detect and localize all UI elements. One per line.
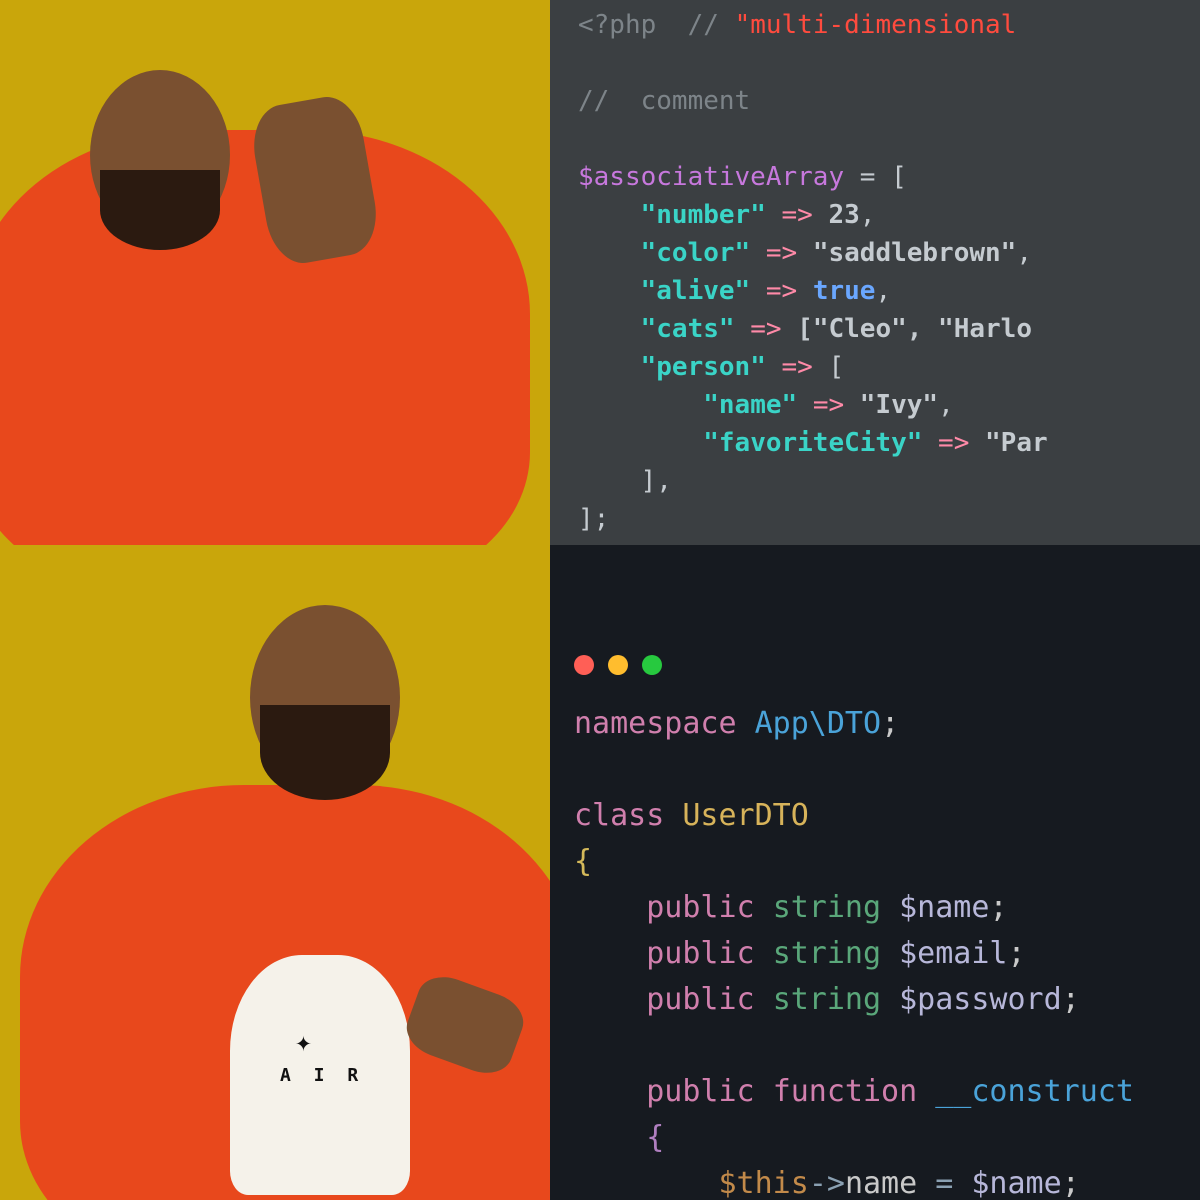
- keyword-class: class: [574, 798, 664, 833]
- drake-reject-panel: [0, 0, 550, 545]
- jumpman-logo-icon: ✦: [295, 1025, 312, 1058]
- zoom-icon[interactable]: [642, 655, 662, 675]
- comment: // comment: [578, 86, 750, 116]
- drake-approve-panel: ✦ A I R: [0, 545, 550, 1200]
- constructor: __construct: [935, 1074, 1134, 1109]
- string-literal: "multi-dimensional: [735, 10, 1017, 40]
- php-open-tag: <?php: [578, 10, 656, 40]
- minimize-icon[interactable]: [608, 655, 628, 675]
- drake-beard: [260, 705, 390, 800]
- shirt-text: A I R: [280, 1065, 364, 1086]
- code-snippet-associative-array: <?php // "multi-dimensional // comment $…: [550, 0, 1200, 545]
- close-icon[interactable]: [574, 655, 594, 675]
- window-traffic-lights: [574, 655, 1182, 675]
- keyword-namespace: namespace: [574, 706, 737, 741]
- drake-beard: [100, 170, 220, 250]
- code-snippet-dto-class: namespace App\DTO; class UserDTO { publi…: [550, 545, 1200, 1200]
- variable: $associativeArray: [578, 162, 844, 192]
- class-name: UserDTO: [682, 798, 808, 833]
